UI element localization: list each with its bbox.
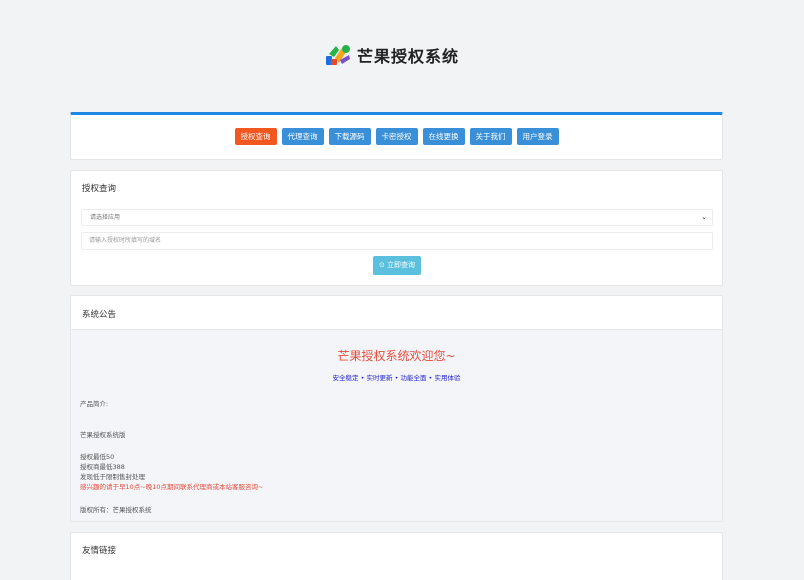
site-title: 芒果授权系统 [357,47,460,66]
price-line-2: 授权商最低388 [80,463,125,471]
nav-online-change-button[interactable]: 在线更换 [422,128,465,145]
domain-input[interactable]: 请输入授权时所填写的域名 [81,232,713,250]
friend-links-title: 友情链接 [82,546,117,556]
copyright: 版权所有：芒果授权系统 [80,506,152,514]
intro-label: 产品简介: [80,400,109,408]
logo-icon [326,45,350,65]
notice-card: 系统公告 芒果授权系统欢迎您~ 安全稳定 • 实时更新 • 功能全面 • 实用体… [70,295,723,522]
nav-download-button[interactable]: 下载源码 [328,128,371,145]
nav-agent-query-button[interactable]: 代理查询 [281,128,324,145]
notice-title: 系统公告 [82,310,117,320]
contact-line: 感兴趣的请于早10点~晚10点期间联系代理商或本站客服咨询~ [80,483,264,491]
nav-login-button[interactable]: 用户登录 [516,128,559,145]
nav-card-auth-button[interactable]: 卡密授权 [375,128,418,145]
notice-body: 芒果授权系统欢迎您~ 安全稳定 • 实时更新 • 功能全面 • 实用体验 产品简… [71,329,722,521]
price-line-3: 发现低于限制售封处理 [80,473,145,481]
nav-about-button[interactable]: 关于我们 [469,128,512,145]
nav-auth-query-button[interactable]: 授权查询 [234,128,277,145]
search-icon: ⊙ [378,261,385,269]
welcome-text: 芒果授权系统欢迎您~ [337,349,456,363]
friend-links-card: 友情链接 [70,532,723,580]
main-nav: 授权查询 代理查询 下载源码 卡密授权 在线更换 关于我们 用户登录 [71,115,722,145]
app-select[interactable]: 请选择应用 ⌄ [81,209,713,226]
price-line-1: 授权最低50 [80,453,115,461]
app-select-value: 请选择应用 [90,214,121,221]
query-now-label: 立即查询 [387,261,416,269]
slogan-text: 安全稳定 • 实时更新 • 功能全面 • 实用体验 [332,374,461,382]
site-logo[interactable]: 芒果授权系统 [325,42,459,68]
query-now-button[interactable]: ⊙ 立即查询 [373,256,421,275]
product-name: 芒果授权系统版 [80,431,126,439]
auth-query-title: 授权查询 [82,184,117,194]
chevron-down-icon: ⌄ [701,213,707,221]
nav-card: 授权查询 代理查询 下载源码 卡密授权 在线更换 关于我们 用户登录 [70,112,723,160]
auth-query-card: 授权查询 请选择应用 ⌄ 请输入授权时所填写的域名 ⊙ 立即查询 [70,170,723,286]
